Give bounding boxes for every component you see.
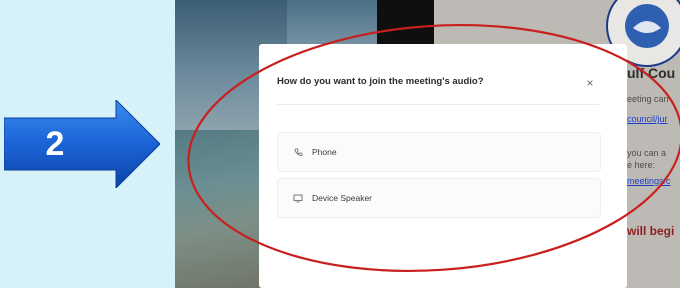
close-icon: × [586, 76, 594, 90]
close-button[interactable]: × [581, 74, 599, 92]
meeting-screenshot: ulf Cou eeting can council/jur you can a… [175, 0, 680, 288]
background-sky-strip [287, 0, 377, 50]
page-link[interactable]: meetings/c [627, 176, 671, 186]
step-number: 2 [45, 124, 65, 163]
phone-option-label: Phone [312, 147, 337, 157]
audio-join-dialog: How do you want to join the meeting's au… [259, 44, 627, 288]
device-speaker-option-label: Device Speaker [312, 193, 373, 203]
phone-option[interactable]: Phone [277, 132, 601, 172]
page-text-red: will begi [627, 224, 675, 238]
dialog-title: How do you want to join the meeting's au… [277, 76, 484, 87]
page-text-line: eeting can [627, 94, 669, 104]
page-text-line: you can a [627, 148, 667, 158]
computer-icon [288, 194, 308, 203]
page-text-line: e here: [627, 160, 656, 170]
phone-icon [288, 147, 308, 157]
page-heading: ulf Cou [627, 65, 676, 81]
dialog-divider [277, 104, 599, 105]
page-link[interactable]: council/jur [627, 114, 668, 124]
device-speaker-option[interactable]: Device Speaker [277, 178, 601, 218]
